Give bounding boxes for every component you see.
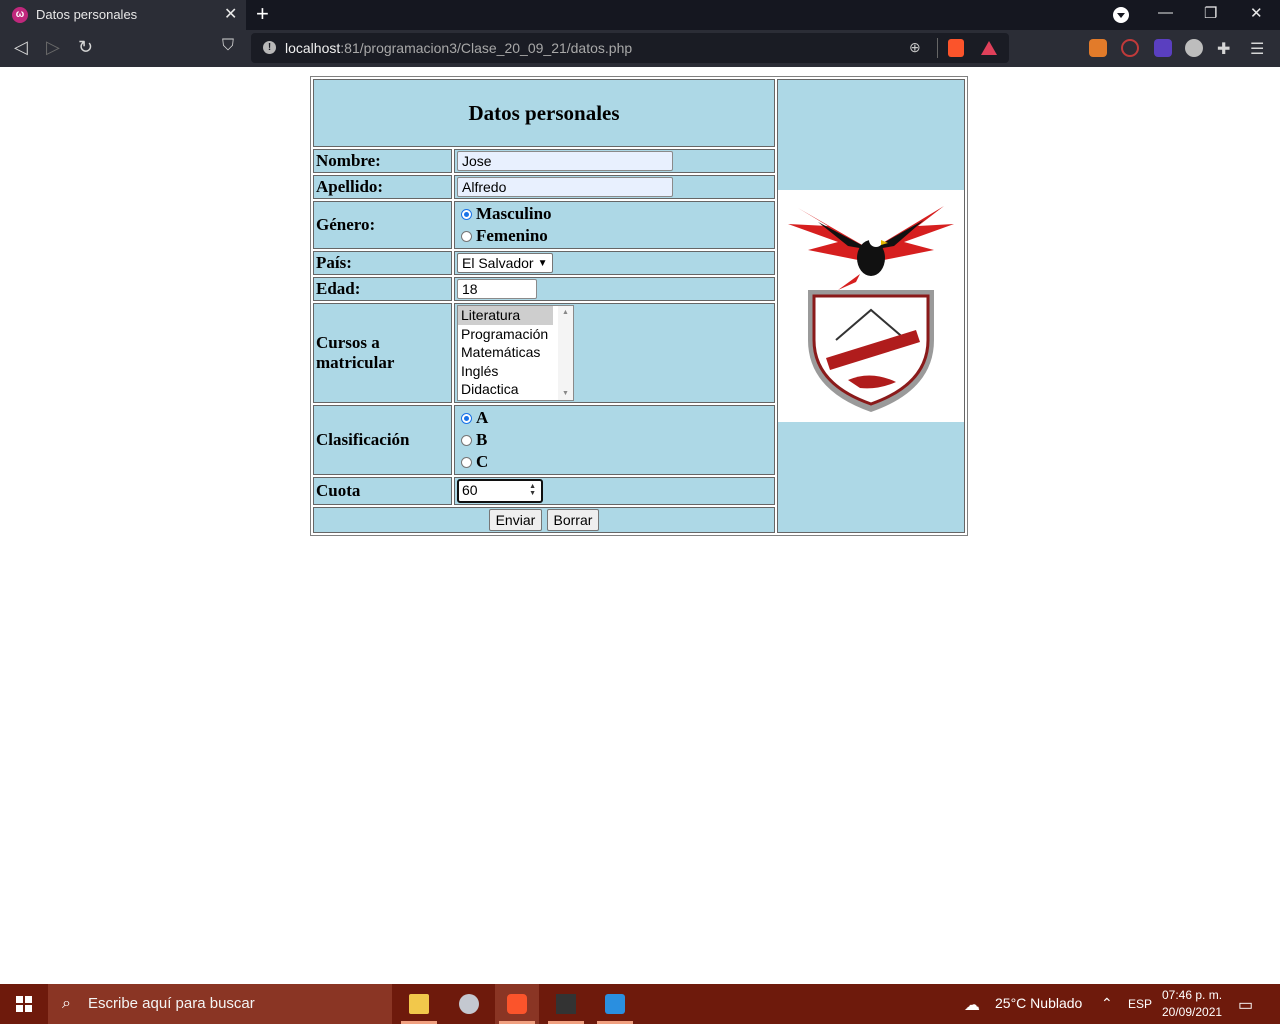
notification-icon[interactable]: ▭ xyxy=(1238,995,1253,1015)
extension-record-icon[interactable] xyxy=(1121,39,1139,57)
listbox-scrollbar[interactable]: ▲ ▼ xyxy=(558,306,573,400)
extensions-puzzle-icon[interactable]: ✚ xyxy=(1217,39,1235,58)
tab-close-icon[interactable]: ✕ xyxy=(224,4,237,24)
cursos-option[interactable]: Inglés xyxy=(458,362,573,381)
apellido-input[interactable] xyxy=(457,177,673,197)
edad-input[interactable] xyxy=(457,279,537,299)
search-icon: ⌕ xyxy=(62,995,71,1012)
reload-icon[interactable]: ↻ xyxy=(78,37,93,58)
clasificacion-radio-b[interactable] xyxy=(461,434,472,446)
folder-icon xyxy=(409,994,429,1014)
chevron-down-icon: ▼ xyxy=(537,257,548,269)
cuota-number-input[interactable]: 60 ▲ ▼ xyxy=(457,479,543,503)
vscode-icon xyxy=(605,994,625,1014)
clasificacion-radio-a[interactable] xyxy=(461,412,472,424)
url-divider xyxy=(937,38,938,58)
site-favicon-icon: ω xyxy=(12,7,28,23)
nombre-label: Nombre: xyxy=(313,149,452,173)
taskbar: ⌕ Escribe aquí para buscar ☁ 25°C Nublad… xyxy=(0,984,1280,1024)
minimize-icon[interactable]: — xyxy=(1158,4,1173,21)
enviar-button[interactable]: Enviar xyxy=(488,509,543,531)
scroll-down-icon[interactable]: ▼ xyxy=(562,390,569,397)
spinner-icon[interactable]: ▲ ▼ xyxy=(529,483,536,497)
genero-option-femenino[interactable]: Femenino xyxy=(457,225,772,247)
extension-ip-icon[interactable] xyxy=(1185,39,1203,57)
zoom-icon[interactable]: ⊕ xyxy=(909,39,921,56)
scroll-up-icon[interactable]: ▲ xyxy=(562,309,569,316)
url-text[interactable]: localhost:81/programacion3/Clase_20_09_2… xyxy=(285,40,632,56)
clasificacion-option-label: C xyxy=(476,452,489,471)
weather-text[interactable]: 25°C Nublado xyxy=(995,995,1082,1011)
file-explorer-button[interactable] xyxy=(397,984,441,1024)
uma-logo xyxy=(778,190,964,422)
address-bar[interactable]: ! localhost:81/programacion3/Clase_20_09… xyxy=(251,33,1009,63)
form-actions: Enviar Borrar xyxy=(313,507,775,533)
taskbar-search-placeholder: Escribe aquí para buscar xyxy=(88,995,255,1012)
form-table: Datos personales Nombre: Jose Apellido: … xyxy=(310,76,968,536)
metamask-icon[interactable] xyxy=(1089,39,1107,57)
restore-icon[interactable]: ❐ xyxy=(1204,4,1217,22)
windows-start-icon[interactable] xyxy=(16,996,32,1012)
tab-search-icon[interactable] xyxy=(1113,7,1129,23)
genero-radio-femenino[interactable] xyxy=(461,230,472,242)
window-close-icon[interactable]: ✕ xyxy=(1250,4,1263,22)
borrar-button[interactable]: Borrar xyxy=(546,509,600,531)
clock-time[interactable]: 07:46 p. m. xyxy=(1162,988,1222,1002)
clasificacion-radio-c[interactable] xyxy=(461,456,472,468)
tab-title: Datos personales xyxy=(36,7,138,22)
pais-label: País: xyxy=(313,251,452,275)
site-info-icon[interactable]: ! xyxy=(263,41,276,54)
pais-select[interactable]: El Salvador ▼ xyxy=(457,253,553,273)
terminal-button[interactable] xyxy=(544,984,588,1024)
cloud-icon: ☁ xyxy=(964,997,980,1014)
brave-rewards-icon[interactable] xyxy=(981,41,997,55)
cursos-option[interactable]: Literatura xyxy=(458,306,553,325)
tab-strip: ω Datos personales ✕ + — ❐ ✕ xyxy=(0,0,1280,30)
cursos-option[interactable]: Matemáticas xyxy=(458,343,573,362)
clock-date[interactable]: 20/09/2021 xyxy=(1162,1005,1222,1019)
app-icon xyxy=(459,994,479,1014)
cursos-option[interactable]: Didactica xyxy=(458,380,573,399)
brave-icon xyxy=(507,994,527,1014)
clasificacion-label: Clasificación xyxy=(313,405,452,475)
clasificacion-option-b[interactable]: B xyxy=(457,429,772,451)
logo-cell xyxy=(777,79,965,533)
chevron-up-icon[interactable]: ⌃ xyxy=(1101,995,1113,1012)
language-indicator[interactable]: ESP xyxy=(1128,997,1152,1011)
pais-selected-value: El Salvador xyxy=(462,255,534,271)
edad-label: Edad: xyxy=(313,277,452,301)
new-tab-button[interactable]: + xyxy=(256,2,269,26)
genero-option-masculino[interactable]: Masculino xyxy=(457,203,772,225)
app-button[interactable] xyxy=(447,984,491,1024)
clasificacion-option-label: A xyxy=(476,408,489,427)
bookmark-icon[interactable]: ⛉ xyxy=(222,37,234,55)
extension-badge-icon[interactable] xyxy=(1154,39,1172,57)
genero-radio-masculino[interactable] xyxy=(461,208,472,220)
cuota-label: Cuota xyxy=(313,477,452,505)
terminal-icon xyxy=(556,994,576,1014)
apellido-label: Apellido: xyxy=(313,175,452,199)
clasificacion-option-a[interactable]: A xyxy=(457,407,772,429)
back-icon[interactable]: ◁ xyxy=(14,37,28,58)
clasificacion-option-c[interactable]: C xyxy=(457,451,772,473)
nombre-input[interactable] xyxy=(457,151,673,171)
genero-label: Género: xyxy=(313,201,452,249)
genero-option-label: Masculino xyxy=(476,204,552,223)
cursos-option[interactable]: Programación xyxy=(458,325,573,344)
menu-icon[interactable]: ☰ xyxy=(1250,39,1268,58)
forward-icon[interactable]: ▷ xyxy=(46,37,60,58)
cursos-label: Cursos a matricular xyxy=(313,303,452,403)
brave-button[interactable] xyxy=(495,984,539,1024)
vscode-button[interactable] xyxy=(593,984,637,1024)
cursos-listbox[interactable]: Literatura Programación Matemáticas Ingl… xyxy=(457,305,574,401)
tab-active[interactable]: ω Datos personales ✕ xyxy=(0,0,246,30)
taskbar-search[interactable]: ⌕ Escribe aquí para buscar xyxy=(48,984,392,1024)
cuota-value: 60 xyxy=(462,482,478,498)
genero-option-label: Femenino xyxy=(476,226,548,245)
brave-shields-icon[interactable] xyxy=(948,39,964,57)
clasificacion-option-label: B xyxy=(476,430,488,449)
page-title: Datos personales xyxy=(313,79,775,147)
